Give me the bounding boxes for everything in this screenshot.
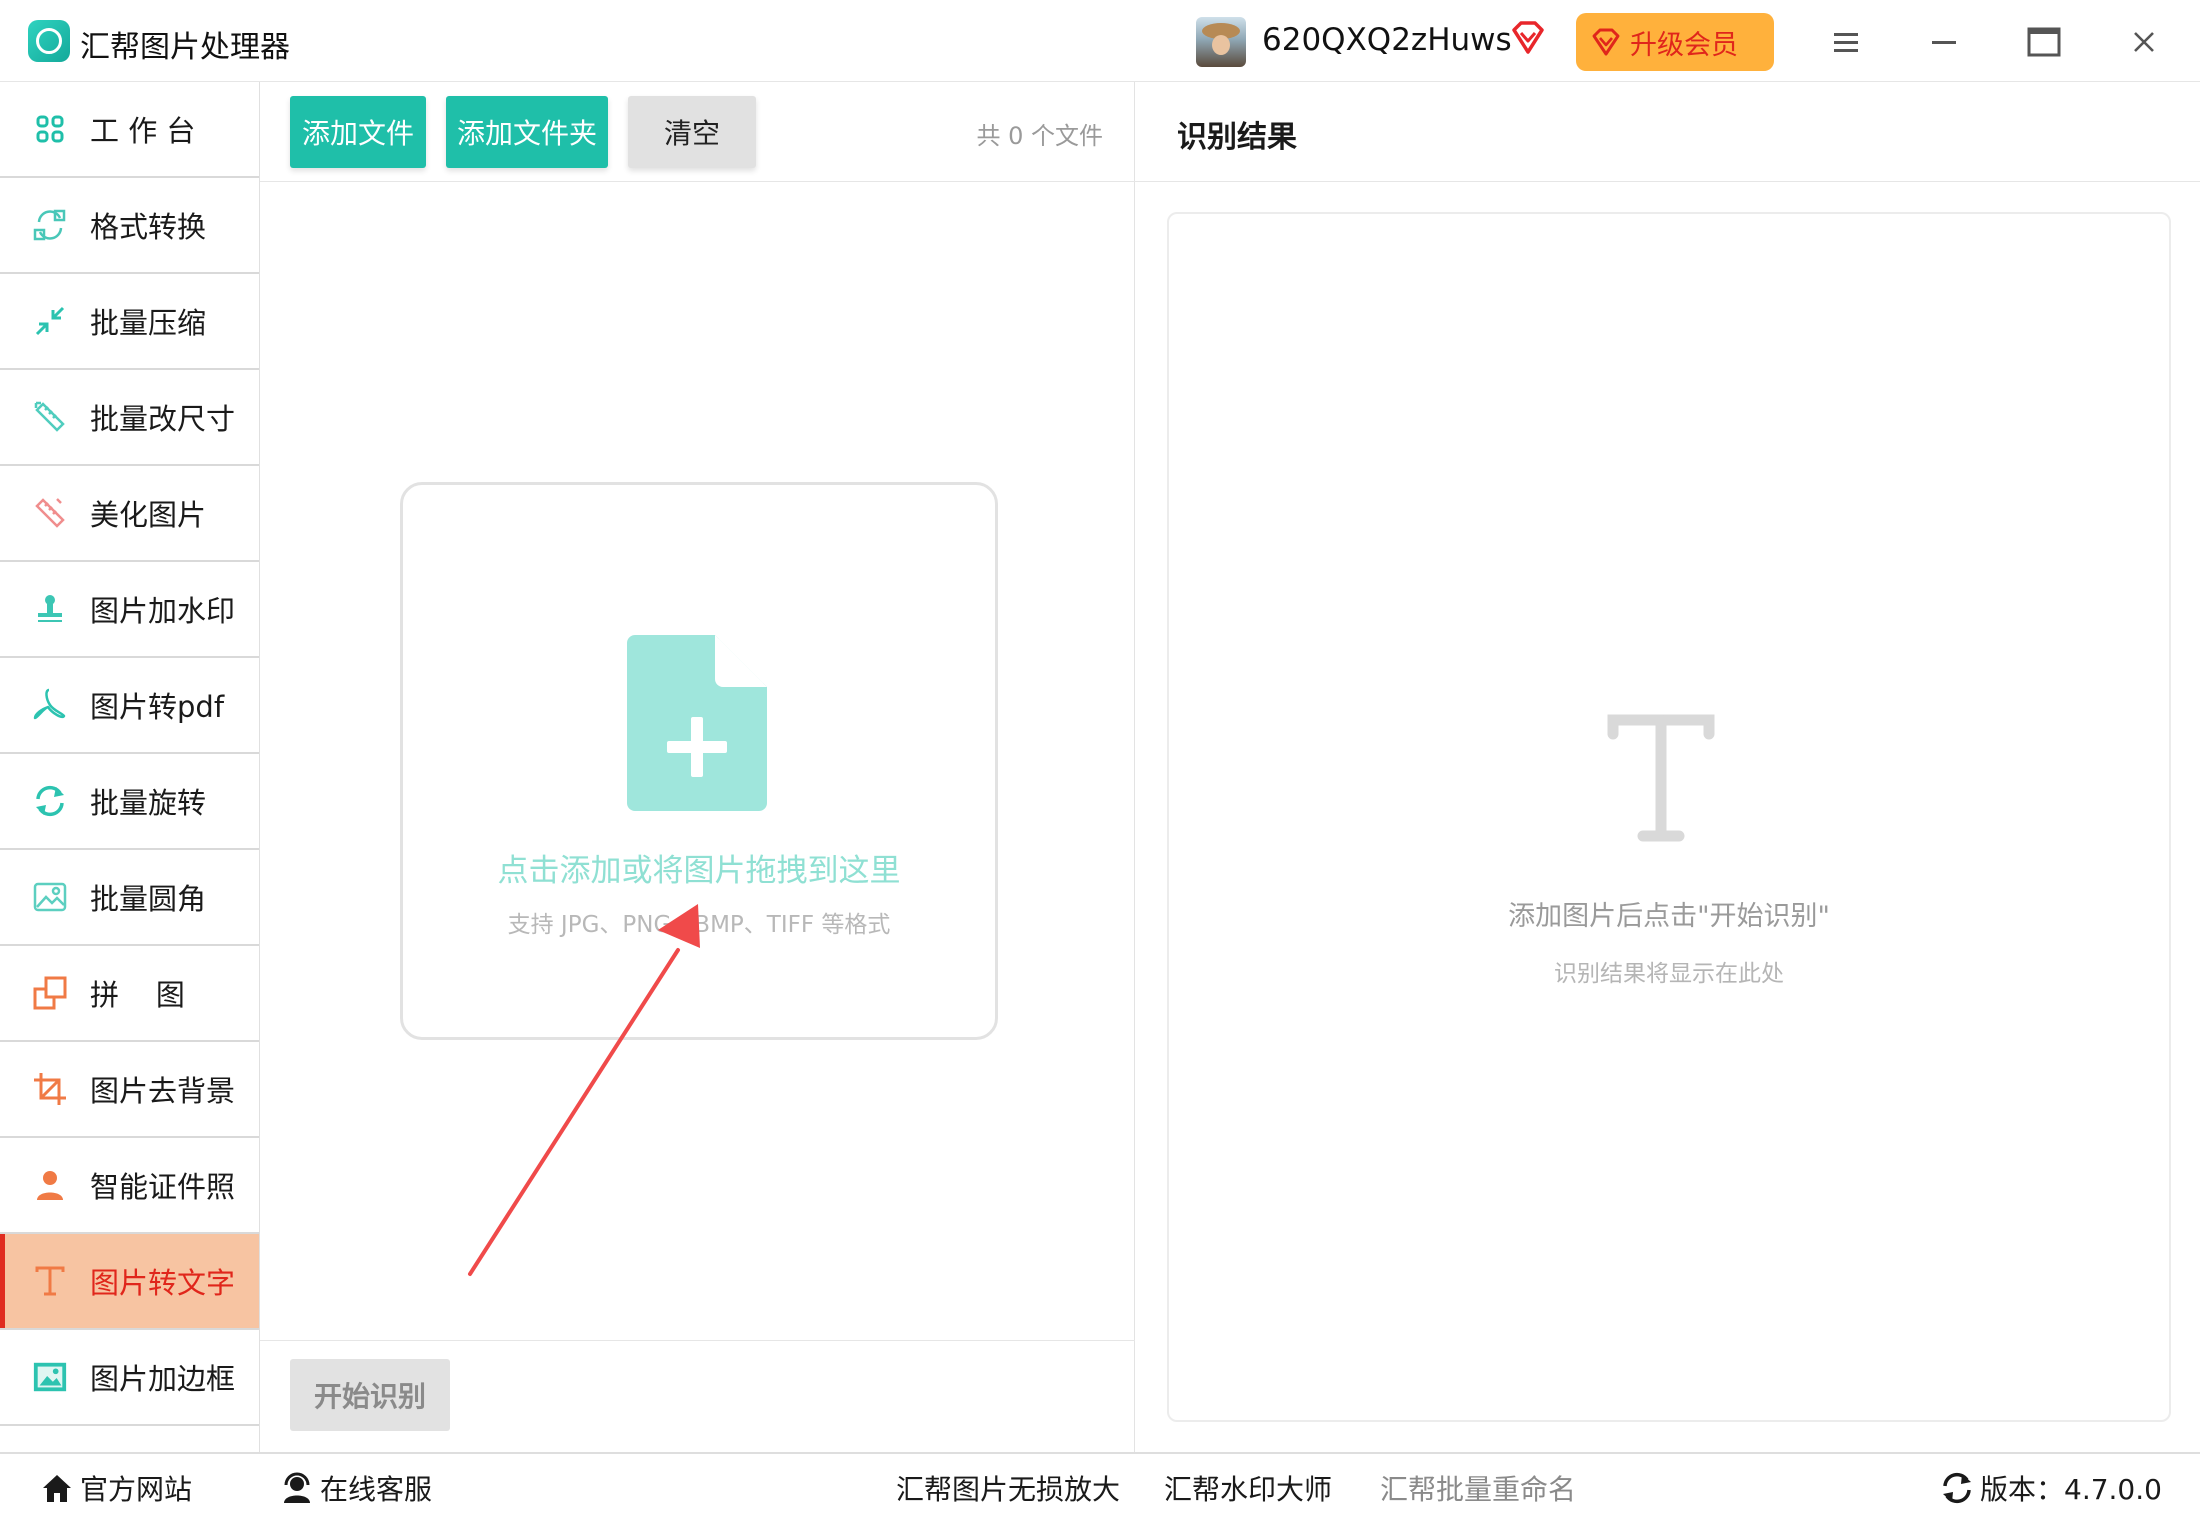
start-recognition-button[interactable]: 开始识别 [290, 1359, 450, 1431]
crop-icon [32, 1071, 68, 1107]
sidebar-item-label: 批量改尺寸 [90, 402, 236, 436]
minimize-button[interactable] [1916, 14, 1972, 70]
sidebar-item-rounded-corners[interactable]: 批量圆角 [0, 850, 259, 946]
resize-icon [32, 399, 68, 435]
home-icon [43, 1475, 71, 1502]
sidebar-item-batch-compress[interactable]: 批量压缩 [0, 274, 259, 370]
maximize-icon [2027, 27, 2061, 57]
result-panel: 识别结果 添加图片后点击"开始识别" 识别结果将显示在此处 [1135, 82, 2200, 1452]
sidebar-item-watermark[interactable]: 图片加水印 [0, 562, 259, 658]
sidebar-item-image-to-text[interactable]: 图片转文字 [0, 1234, 259, 1330]
text-T-icon [32, 1263, 68, 1299]
sidebar-item-label: 美化图片 [90, 498, 207, 532]
result-hint: 添加图片后点击"开始识别" [1508, 901, 1830, 932]
supported-formats-text: 支持 JPG、PNG、BMP、TIFF 等格式 [507, 912, 891, 938]
customer-service-icon [284, 1472, 310, 1503]
batch-rename-link[interactable]: 汇帮批量重命名 [1380, 1468, 1576, 1508]
lossless-upscale-link[interactable]: 汇帮图片无损放大 [896, 1468, 1120, 1508]
sidebar-item-label: 图片加边框 [90, 1362, 236, 1396]
drop-zone-text: 点击添加或将图片拖拽到这里 [497, 853, 901, 889]
sidebar-item-label: 批量圆角 [90, 882, 207, 916]
compress-icon [32, 303, 68, 339]
hamburger-menu-icon [1834, 33, 1858, 52]
sidebar-item-format-convert[interactable]: 格式转换 [0, 178, 259, 274]
refresh-icon [1943, 1472, 1971, 1504]
divider [1135, 181, 2200, 182]
format-convert-icon [32, 207, 68, 243]
menu-button[interactable] [1818, 14, 1874, 70]
result-sub-hint: 识别结果将显示在此处 [1554, 961, 1784, 987]
file-count: 共 0 个文件 [976, 122, 1103, 150]
footer: 官方网站 在线客服 汇帮图片无损放大 汇帮水印大师 汇帮批量重命名 版本：4.7… [0, 1452, 2200, 1520]
maximize-button[interactable] [2016, 14, 2072, 70]
result-area: 添加图片后点击"开始识别" 识别结果将显示在此处 [1167, 212, 2171, 1422]
version-label: 版本：4.7.0.0 [1980, 1473, 2162, 1506]
action-bar: 开始识别 [260, 1340, 1135, 1452]
watermark-master-link[interactable]: 汇帮水印大师 [1164, 1468, 1332, 1508]
title-bar: 汇帮图片处理器 620QXQ2zHuws 升级会员 [0, 0, 2200, 82]
sidebar-item-label: 批量旋转 [90, 786, 207, 820]
sidebar-item-label: 图片加水印 [90, 594, 236, 628]
sidebar-item-batch-resize[interactable]: 批量改尺寸 [0, 370, 259, 466]
avatar[interactable] [1196, 17, 1246, 67]
official-website-label: 官方网站 [80, 1473, 193, 1506]
online-support-label: 在线客服 [320, 1473, 433, 1506]
drop-zone[interactable]: 点击添加或将图片拖拽到这里 支持 JPG、PNG、BMP、TIFF 等格式 [400, 482, 998, 1040]
sidebar-item-label: 批量压缩 [90, 306, 207, 340]
vip-diamond-icon [1512, 21, 1544, 54]
add-folder-button[interactable]: 添加文件夹 [446, 96, 608, 168]
close-button[interactable] [2116, 14, 2172, 70]
app-title: 汇帮图片处理器 [80, 30, 290, 65]
watermark-stamp-icon [32, 591, 68, 627]
add-file-button[interactable]: 添加文件 [290, 96, 426, 168]
upgrade-vip-button[interactable]: 升级会员 [1576, 13, 1774, 71]
sidebar-item-add-frame[interactable]: 图片加边框 [0, 1330, 259, 1426]
file-toolbar: 添加文件 添加文件夹 清空 共 0 个文件 [260, 82, 1135, 182]
result-title: 识别结果 [1177, 120, 1297, 155]
sidebar-item-to-pdf[interactable]: 图片转pdf [0, 658, 259, 754]
sidebar-item-label: 拼 图 [90, 978, 185, 1012]
diamond-icon [1592, 28, 1620, 56]
add-file-icon [627, 635, 767, 811]
version-info[interactable]: 版本：4.7.0.0 [1940, 1468, 2162, 1508]
file-panel: 添加文件 添加文件夹 清空 共 0 个文件 点击添加或将图片拖拽到这里 支持 J… [260, 82, 1135, 1452]
sidebar-item-id-photo[interactable]: 智能证件照 [0, 1138, 259, 1234]
username[interactable]: 620QXQ2zHuws [1262, 22, 1512, 58]
sidebar-item-collage[interactable]: 拼 图 [0, 946, 259, 1042]
official-website-link[interactable]: 官方网站 [40, 1468, 192, 1508]
text-placeholder-icon [1607, 714, 1715, 842]
sidebar-item-label: 图片转文字 [90, 1266, 236, 1300]
collage-icon [32, 975, 68, 1011]
rounded-image-icon [32, 879, 68, 915]
sidebar-item-label: 图片转pdf [90, 690, 225, 724]
beautify-icon [32, 495, 68, 531]
online-support-link[interactable]: 在线客服 [280, 1468, 432, 1508]
frame-icon [32, 1359, 68, 1395]
sidebar: 工 作 台 格式转换 批量压缩 批量改尺寸 美化图片 图片加水印 图片转pdf … [0, 82, 260, 1452]
close-icon [2134, 32, 2154, 52]
sidebar-item-label: 智能证件照 [90, 1170, 236, 1204]
pdf-icon [32, 687, 68, 723]
person-icon [32, 1167, 68, 1203]
sidebar-item-remove-background[interactable]: 图片去背景 [0, 1042, 259, 1138]
grid-icon [32, 111, 68, 147]
sidebar-item-label: 工 作 台 [90, 114, 196, 148]
app-logo-icon [28, 20, 70, 62]
sidebar-item-batch-rotate[interactable]: 批量旋转 [0, 754, 259, 850]
upgrade-label: 升级会员 [1630, 29, 1738, 61]
rotate-icon [32, 783, 68, 819]
sidebar-item-label: 图片去背景 [90, 1074, 236, 1108]
clear-button[interactable]: 清空 [628, 96, 756, 168]
sidebar-item-workbench[interactable]: 工 作 台 [0, 82, 259, 178]
minimize-icon [1932, 41, 1956, 44]
sidebar-item-beautify[interactable]: 美化图片 [0, 466, 259, 562]
sidebar-item-label: 格式转换 [90, 210, 207, 244]
